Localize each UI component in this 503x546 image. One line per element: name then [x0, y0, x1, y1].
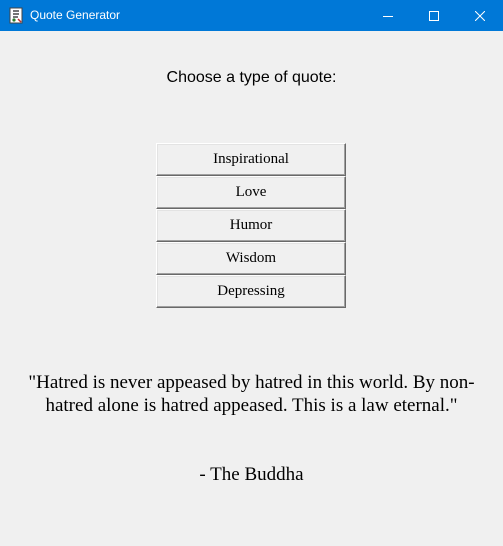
title-bar[interactable]: Quote Generator — [0, 0, 503, 31]
maximize-icon — [429, 10, 439, 21]
quote-type-prompt: Choose a type of quote: — [166, 69, 337, 86]
humor-button[interactable]: Humor — [156, 209, 346, 242]
window-title: Quote Generator — [30, 8, 121, 22]
love-button[interactable]: Love — [156, 176, 346, 209]
minimize-button[interactable] — [365, 0, 411, 31]
maximize-button[interactable] — [411, 0, 457, 31]
quote-text: "Hatred is never appeased by hatred in t… — [28, 372, 475, 416]
inspirational-button[interactable]: Inspirational — [156, 143, 346, 176]
close-icon — [475, 10, 485, 21]
close-button[interactable] — [457, 0, 503, 31]
wisdom-button[interactable]: Wisdom — [156, 242, 346, 275]
minimize-icon — [383, 15, 393, 17]
feather-pen-icon — [9, 7, 23, 24]
depressing-button[interactable]: Depressing — [156, 275, 346, 308]
quote-author: - The Buddha — [199, 464, 304, 485]
quote-generator-window: Quote Generator Choose a type of quote: … — [0, 0, 503, 546]
